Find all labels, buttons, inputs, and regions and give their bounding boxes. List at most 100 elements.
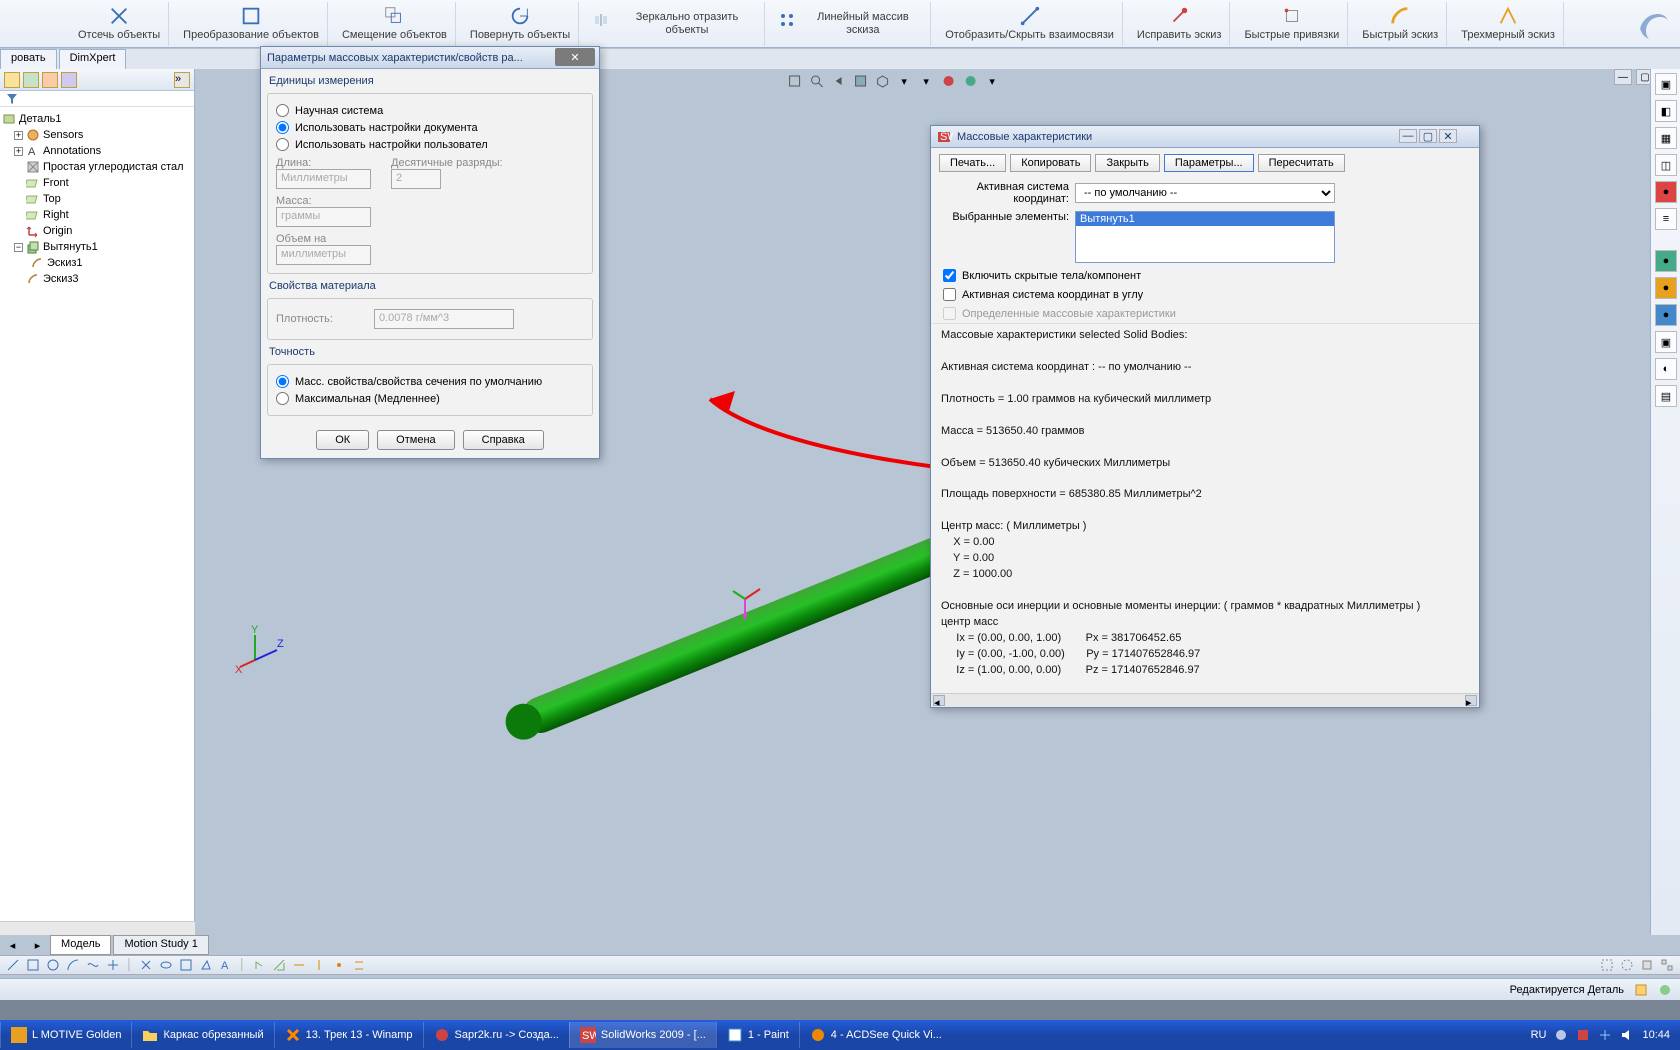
view-settings-icon[interactable]: ▾ (983, 72, 1001, 90)
tool-icon[interactable] (332, 958, 346, 972)
tree-origin[interactable]: Origin (2, 223, 192, 239)
ok-button[interactable]: ОК (316, 430, 369, 450)
tp-appearances-icon[interactable]: ● (1655, 181, 1677, 203)
tool-icon[interactable] (1600, 958, 1614, 972)
tool-icon[interactable] (139, 958, 153, 972)
params-button[interactable]: Параметры... (1164, 154, 1254, 172)
ribbon-pattern[interactable]: Линейный массив эскиза (771, 2, 931, 46)
tp-view-palette-icon[interactable]: ◫ (1655, 154, 1677, 176)
status-icon[interactable] (1658, 983, 1672, 997)
display-style-icon[interactable]: ▾ (895, 72, 913, 90)
radio-user[interactable]: Использовать настройки пользовател (276, 136, 584, 153)
copy-button[interactable]: Копировать (1010, 154, 1091, 172)
taskbar-item[interactable]: 4 - ACDSee Quick Vi... (799, 1022, 952, 1048)
tree-annotations[interactable]: +AAnnotations (2, 143, 192, 159)
tp-icon[interactable]: ● (1655, 250, 1677, 272)
tool-icon[interactable] (1620, 958, 1634, 972)
tree-material[interactable]: Простая углеродистая стал (2, 159, 192, 175)
list-item[interactable]: Вытянуть1 (1076, 212, 1334, 226)
zoom-fit-icon[interactable] (785, 72, 803, 90)
cancel-button[interactable]: Отмена (377, 430, 454, 450)
tp-design-library-icon[interactable]: ◧ (1655, 100, 1677, 122)
appearance-icon[interactable] (939, 72, 957, 90)
scene-icon[interactable] (961, 72, 979, 90)
expand-icon[interactable]: + (14, 131, 23, 140)
tool-icon[interactable] (86, 958, 100, 972)
ribbon-repair[interactable]: Исправить эскиз (1129, 2, 1231, 46)
tool-icon[interactable] (252, 958, 266, 972)
ribbon-3dsketch[interactable]: Трехмерный эскиз (1453, 2, 1564, 46)
tool-icon[interactable] (26, 958, 40, 972)
tray-icon[interactable] (1598, 1028, 1612, 1042)
tool-icon[interactable] (1660, 958, 1674, 972)
tool-icon[interactable] (352, 958, 366, 972)
tree-scrollbar-h[interactable] (0, 921, 195, 935)
tp-icon[interactable]: ● (1655, 304, 1677, 326)
tree-front[interactable]: Front (2, 175, 192, 191)
tree-tab-icon[interactable] (61, 72, 77, 88)
expand-icon[interactable]: + (14, 147, 23, 156)
section-icon[interactable] (851, 72, 869, 90)
ribbon-trim[interactable]: Отсечь объекты (70, 2, 169, 46)
dialog-title[interactable]: Параметры массовых характеристик/свойств… (261, 47, 599, 69)
taskbar-item[interactable]: 13. Трек 13 - Winamp (274, 1022, 423, 1048)
radio-acc-default[interactable]: Масс. свойства/свойства сечения по умолч… (276, 373, 584, 390)
zoom-area-icon[interactable] (807, 72, 825, 90)
tool-icon[interactable] (46, 958, 60, 972)
tree-filter[interactable] (0, 91, 194, 107)
hide-show-icon[interactable]: ▾ (917, 72, 935, 90)
volume-icon[interactable] (1620, 1028, 1634, 1042)
tree-sketch3[interactable]: Эскиз3 (2, 271, 192, 287)
tab-model[interactable]: Модель (50, 935, 111, 955)
tree-tab-icon[interactable] (23, 72, 39, 88)
radio-doc[interactable]: Использовать настройки документа (276, 119, 584, 136)
clock[interactable]: 10:44 (1642, 1029, 1670, 1041)
tool-icon[interactable] (292, 958, 306, 972)
tree-sketch1[interactable]: Эскиз1 (2, 255, 192, 271)
close-icon[interactable]: ✕ (555, 48, 595, 66)
view-orientation-icon[interactable] (873, 72, 891, 90)
tree-tab-icon[interactable] (42, 72, 58, 88)
chk-include-hidden[interactable]: Включить скрытые тела/компонент (931, 266, 1479, 285)
close-button[interactable]: Закрыть (1095, 154, 1159, 172)
tree-right[interactable]: Right (2, 207, 192, 223)
tp-file-explorer-icon[interactable]: ▦ (1655, 127, 1677, 149)
radio-sci[interactable]: Научная система (276, 102, 584, 119)
tree-tab-icon[interactable] (4, 72, 20, 88)
recalc-button[interactable]: Пересчитать (1258, 154, 1345, 172)
tp-icon[interactable]: ● (1655, 277, 1677, 299)
prev-view-icon[interactable] (829, 72, 847, 90)
dialog-title[interactable]: SW Массовые характеристики — ▢ ✕ (931, 126, 1479, 148)
taskbar-item[interactable]: SWSolidWorks 2009 - [... (569, 1022, 716, 1048)
tool-icon[interactable] (272, 958, 286, 972)
scroll-left-icon[interactable]: ◂ (933, 695, 945, 706)
tray-icon[interactable] (1576, 1028, 1590, 1042)
taskbar-item[interactable]: Каркас обрезанный (131, 1022, 273, 1048)
tree-root[interactable]: Деталь1 (2, 111, 192, 127)
tray-icon[interactable] (1554, 1028, 1568, 1042)
tool-icon[interactable] (159, 958, 173, 972)
lang-indicator[interactable]: RU (1531, 1029, 1547, 1041)
ribbon-rapidsketch[interactable]: Быстрый эскиз (1354, 2, 1447, 46)
ribbon-convert[interactable]: Преобразование объектов (175, 2, 328, 46)
tree-top[interactable]: Top (2, 191, 192, 207)
tree-tab-icon[interactable]: » (174, 72, 190, 88)
tool-icon[interactable] (6, 958, 20, 972)
tool-icon[interactable]: A (219, 958, 233, 972)
minimize-icon[interactable]: — (1399, 129, 1417, 143)
tab-next-icon[interactable]: ▸ (35, 939, 41, 952)
ribbon-relations[interactable]: Отобразить/Скрыть взаимосвязи (937, 2, 1123, 46)
tp-icon[interactable]: ▣ (1655, 331, 1677, 353)
mass-properties-text[interactable]: Массовые характеристики selected Solid B… (931, 323, 1479, 693)
tab-prev-icon[interactable]: ◂ (10, 939, 16, 952)
print-button[interactable]: Печать... (939, 154, 1006, 172)
chk-acs-corner[interactable]: Активная система координат в углу (931, 285, 1479, 304)
collapse-icon[interactable]: − (14, 243, 23, 252)
taskbar-item[interactable]: 1 - Paint (716, 1022, 799, 1048)
maximize-icon[interactable]: ▢ (1419, 129, 1437, 143)
minimize-icon[interactable]: — (1614, 69, 1632, 85)
ribbon-rotate[interactable]: Повернуть объекты (462, 2, 579, 46)
tp-resources-icon[interactable]: ▣ (1655, 73, 1677, 95)
tree-extrude[interactable]: −Вытянуть1 (2, 239, 192, 255)
tab-dimxpert[interactable]: DimXpert (59, 49, 127, 69)
